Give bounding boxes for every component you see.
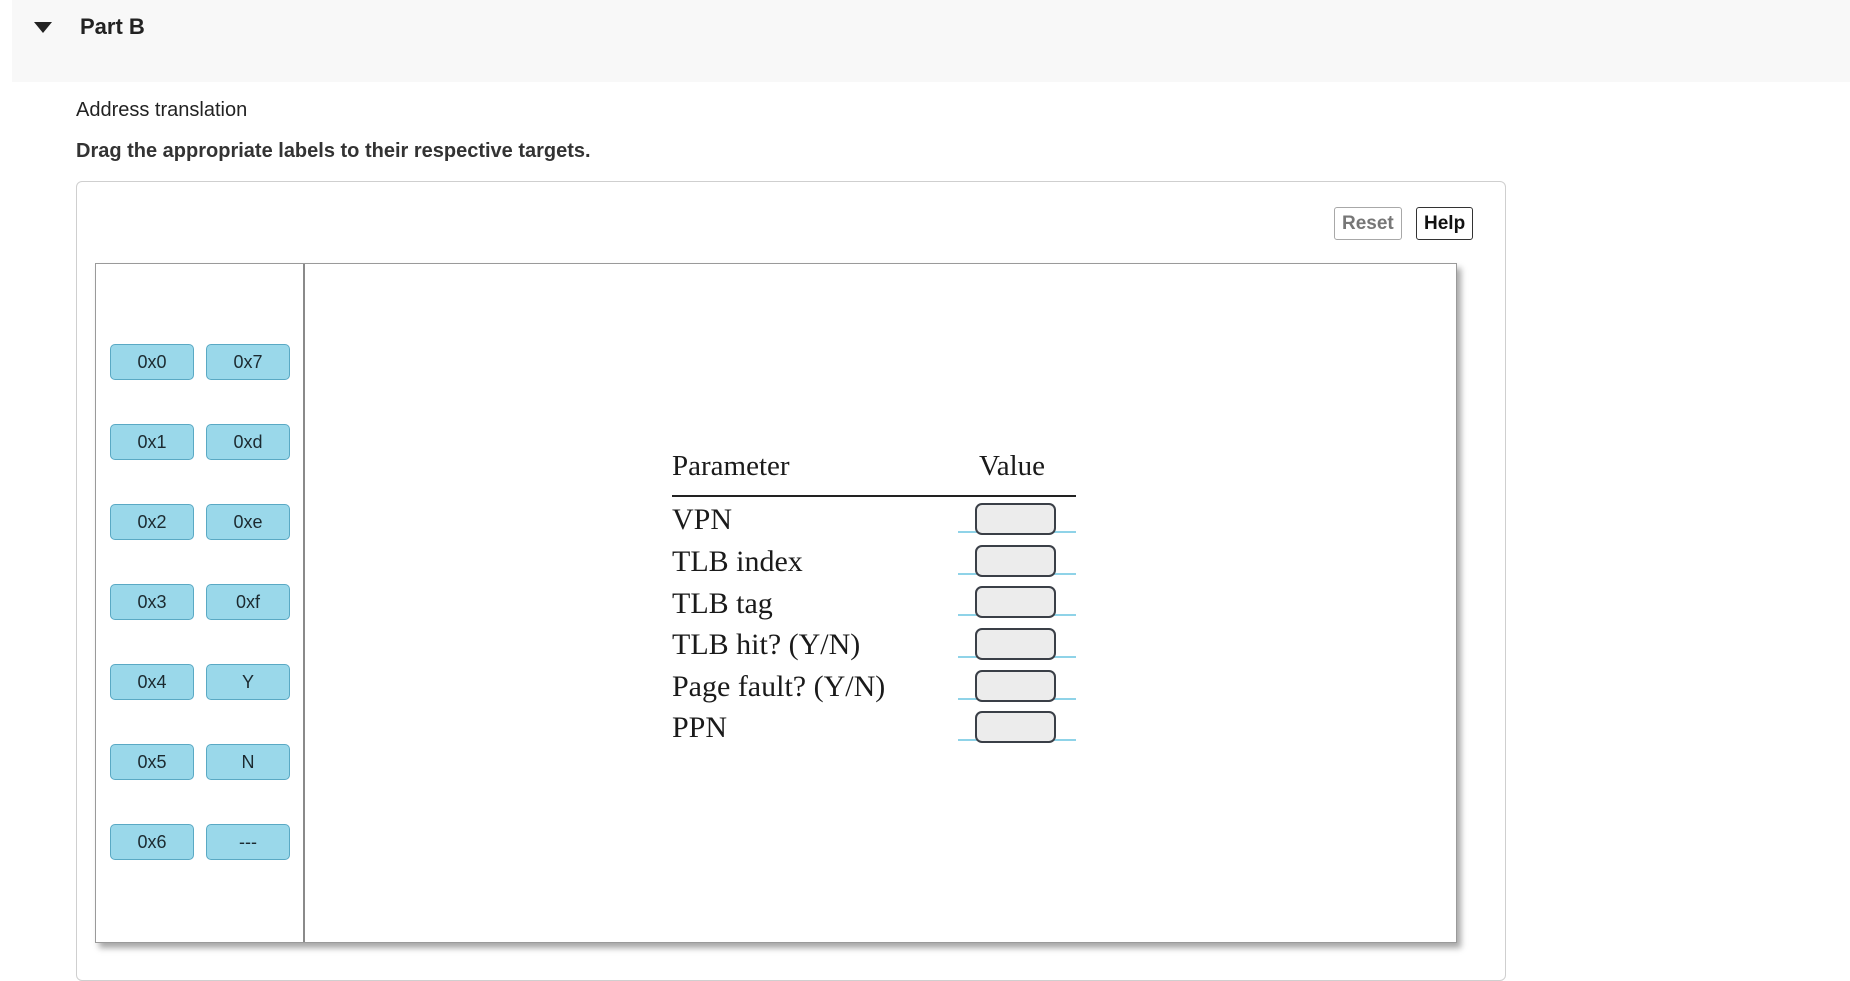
row-label-vpn: VPN: [672, 503, 732, 537]
drop-target-tlb-hit[interactable]: [975, 628, 1056, 660]
drag-label[interactable]: 0x1: [110, 424, 194, 460]
part-header[interactable]: Part B: [12, 0, 1850, 82]
drag-label[interactable]: 0x0: [110, 344, 194, 380]
drag-label[interactable]: 0x3: [110, 584, 194, 620]
drag-label[interactable]: N: [206, 744, 290, 780]
drag-drop-workarea: 0x0 0x7 0x1 0xd 0x2 0xe 0x3 0xf 0x4 Y 0x…: [95, 263, 1457, 943]
drag-label[interactable]: 0x7: [206, 344, 290, 380]
reset-button[interactable]: Reset: [1334, 207, 1402, 240]
drag-label[interactable]: 0x2: [110, 504, 194, 540]
drag-label[interactable]: Y: [206, 664, 290, 700]
drag-label[interactable]: ---: [206, 824, 290, 860]
label-bank: 0x0 0x7 0x1 0xd 0x2 0xe 0x3 0xf 0x4 Y 0x…: [96, 264, 305, 942]
row-label-ppn: PPN: [672, 711, 727, 745]
part-title: Part B: [80, 14, 145, 40]
drop-target-tlb-index[interactable]: [975, 545, 1056, 577]
row-label-tlb-hit: TLB hit? (Y/N): [672, 628, 860, 662]
drag-label[interactable]: 0xf: [206, 584, 290, 620]
row-label-page-fault: Page fault? (Y/N): [672, 670, 885, 704]
drag-label[interactable]: 0x5: [110, 744, 194, 780]
row-label-tlb-tag: TLB tag: [672, 587, 773, 621]
parameter-table: Parameter Value VPN TLB index TLB tag TL…: [672, 450, 1092, 750]
row-label-tlb-index: TLB index: [672, 545, 803, 579]
drop-target-tlb-tag[interactable]: [975, 586, 1056, 618]
drop-target-ppn[interactable]: [975, 711, 1056, 743]
drag-label[interactable]: 0x4: [110, 664, 194, 700]
drag-label[interactable]: 0x6: [110, 824, 194, 860]
collapse-caret-icon[interactable]: [34, 22, 52, 33]
column-header-parameter: Parameter: [672, 450, 790, 483]
question-instruction: Drag the appropriate labels to their res…: [76, 140, 591, 163]
help-button[interactable]: Help: [1416, 207, 1473, 240]
header-divider: [672, 495, 1076, 497]
column-header-value: Value: [979, 450, 1045, 483]
drag-drop-activity: Reset Help 0x0 0x7 0x1 0xd 0x2 0xe 0x3 0…: [76, 181, 1506, 981]
drop-target-page-fault[interactable]: [975, 670, 1056, 702]
drag-label[interactable]: 0xe: [206, 504, 290, 540]
drop-target-vpn[interactable]: [975, 503, 1056, 535]
drag-label[interactable]: 0xd: [206, 424, 290, 460]
question-subject: Address translation: [76, 99, 247, 122]
